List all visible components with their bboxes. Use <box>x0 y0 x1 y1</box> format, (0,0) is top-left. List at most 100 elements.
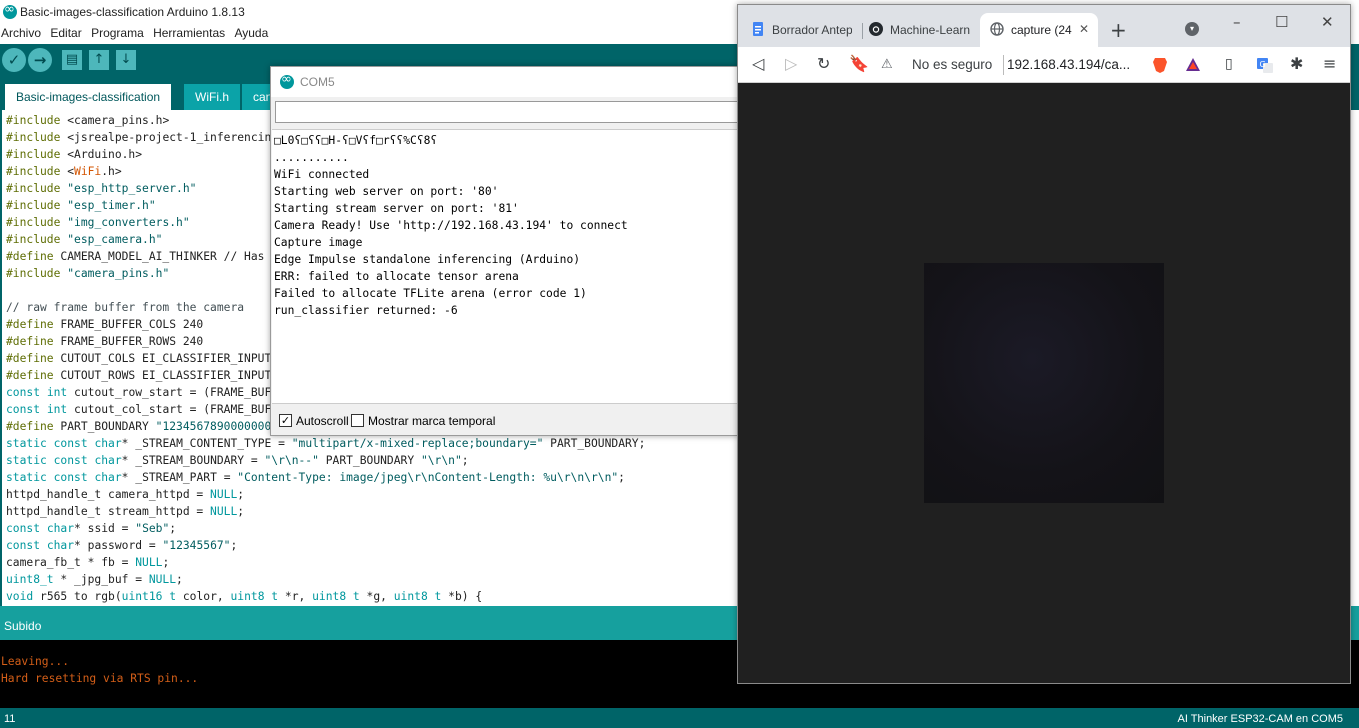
serial-options-bar: ✓ Autoscroll Mostrar marca temporal <box>271 407 738 435</box>
autoscroll-label: Autoscroll <box>296 414 349 428</box>
code-line: #define CAMERA_MODEL_AI_THINKER // Has P… <box>6 250 306 263</box>
brave-icon[interactable] <box>1151 56 1169 74</box>
url-text: 192.168.43.194/ca... <box>1007 57 1131 72</box>
status-text: Subido <box>4 619 42 633</box>
address-bar[interactable]: ⚠ No es seguro 192.168.43.194/ca... <box>879 51 1149 79</box>
browser-tabstrip: Borrador Antep Machine-Learn capture (24… <box>738 5 1350 47</box>
board-info: AI Thinker ESP32-CAM en COM5 <box>1177 713 1343 725</box>
browser-window: Borrador Antep Machine-Learn capture (24… <box>737 4 1351 684</box>
code-line: #include <jsrealpe-project-1_inferencing… <box>6 131 299 144</box>
code-line: static const char* _STREAM_CONTENT_TYPE … <box>6 437 646 450</box>
back-icon[interactable]: ◁ <box>752 55 764 73</box>
code-line: #include "img_converters.h" <box>6 216 190 229</box>
github-icon <box>869 22 883 36</box>
serial-monitor-window: COM5 □L0ʕ□ʕʕ□H-ʕ□Vʕf□rʕʕ%Cʕ8ʕ ..........… <box>270 66 745 436</box>
forward-icon[interactable]: ▷ <box>785 55 797 73</box>
serial-line: ERR: failed to allocate tensor arena <box>274 270 519 283</box>
menu-ayuda[interactable]: Ayuda <box>234 24 268 40</box>
code-line: #include <camera_pins.h> <box>6 114 170 127</box>
triangle-icon[interactable] <box>1184 56 1202 74</box>
warning-icon: ⚠ <box>881 57 893 72</box>
serial-output: □L0ʕ□ʕʕ□H-ʕ□Vʕf□rʕʕ%Cʕ8ʕ ........... WiF… <box>272 129 742 404</box>
serial-line: Camera Ready! Use 'http://192.168.43.194… <box>274 219 628 232</box>
globe-icon <box>990 22 1004 36</box>
serial-line: □L0ʕ□ʕʕ□H-ʕ□Vʕf□rʕʕ%Cʕ8ʕ <box>274 134 438 147</box>
menu-programa[interactable]: Programa <box>91 24 144 40</box>
verify-icon[interactable]: ✓ <box>2 48 26 72</box>
browser-tab-title: capture (24 <box>1011 23 1072 37</box>
code-line: #define FRAME_BUFFER_COLS 240 <box>6 318 204 331</box>
security-indicator: No es seguro <box>912 57 993 72</box>
svg-text:G: G <box>1260 60 1266 69</box>
bookmark-icon[interactable]: 🔖 <box>849 55 869 73</box>
serial-line: run_classifier returned: -6 <box>274 304 458 317</box>
upload-icon[interactable]: → <box>28 48 52 72</box>
code-line: camera_fb_t * fb = NULL; <box>6 556 170 569</box>
arduino-logo-icon <box>280 72 294 89</box>
menu-icon[interactable]: ≡ <box>1323 55 1336 73</box>
autoscroll-checkbox[interactable]: ✓ <box>279 414 292 427</box>
serial-titlebar: COM5 <box>271 67 738 97</box>
serial-line: WiFi connected <box>274 168 370 181</box>
code-line: static const char* _STREAM_PART = "Conte… <box>6 471 625 484</box>
menu-editar[interactable]: Editar <box>50 24 81 40</box>
browser-tab-machine-learn[interactable]: Machine-Learn <box>859 13 977 47</box>
reload-icon[interactable]: ↻ <box>817 55 830 73</box>
serial-window-title: COM5 <box>300 75 335 89</box>
ide-window-title: Basic-images-classification Arduino 1.8.… <box>20 5 245 19</box>
reader-icon[interactable]: ▯ <box>1225 55 1233 73</box>
open-icon[interactable]: ↑ <box>89 50 109 70</box>
menu-herramientas[interactable]: Herramientas <box>153 24 225 40</box>
translate-icon[interactable]: G <box>1256 56 1274 74</box>
new-icon[interactable]: ▤ <box>62 50 82 70</box>
close-tab-icon[interactable]: ✕ <box>1079 22 1089 36</box>
browser-tab-capture[interactable]: capture (24 ✕ <box>980 13 1098 47</box>
code-line: #define CUTOUT_COLS EI_CLASSIFIER_INPUT_… <box>6 352 313 365</box>
serial-line: Starting web server on port: '80' <box>274 185 499 198</box>
browser-tab-borrador[interactable]: Borrador Antep <box>741 13 859 47</box>
code-line: #include <WiFi.h> <box>6 165 122 178</box>
serial-line: Edge Impulse standalone inferencing (Ard… <box>274 253 581 266</box>
serial-line: Failed to allocate TFLite arena (error c… <box>274 287 587 300</box>
serial-line: Starting stream server on port: '81' <box>274 202 519 215</box>
omnibox-divider <box>1003 55 1004 75</box>
code-line: #include "camera_pins.h" <box>6 267 170 280</box>
code-line: #define FRAME_BUFFER_ROWS 240 <box>6 335 204 348</box>
code-line: static const char* _STREAM_BOUNDARY = "\… <box>6 454 469 467</box>
code-line: #include "esp_timer.h" <box>6 199 156 212</box>
ide-footer: 11 AI Thinker ESP32-CAM en COM5 <box>0 708 1359 728</box>
code-line: uint8_t * _jpg_buf = NULL; <box>6 573 183 586</box>
save-icon[interactable]: ↓ <box>116 50 136 70</box>
code-line: void r565 to rgb(uint16 t color, uint8 t… <box>6 590 483 603</box>
code-line: const char* ssid = "Seb"; <box>6 522 177 535</box>
camera-capture-image <box>924 263 1164 503</box>
maximize-button[interactable]: ☐ <box>1275 13 1288 31</box>
tab-wifi-h[interactable]: WiFi.h <box>184 84 240 110</box>
arduino-logo-icon <box>3 2 17 19</box>
serial-line: Capture image <box>274 236 363 249</box>
code-line: const char* password = "12345567"; <box>6 539 238 552</box>
browser-toolbar: ◁ ▷ ↻ 🔖 ⚠ No es seguro 192.168.43.194/ca… <box>738 47 1350 83</box>
code-line: httpd_handle_t stream_httpd = NULL; <box>6 505 245 518</box>
console-line: Hard resetting via RTS pin... <box>1 672 199 685</box>
document-icon <box>753 22 763 36</box>
console-line: Leaving... <box>1 655 70 668</box>
serial-line: ........... <box>274 151 349 164</box>
puzzle-icon[interactable]: ✱ <box>1290 55 1303 73</box>
minimize-button[interactable]: – <box>1233 13 1241 31</box>
code-line: #include "esp_http_server.h" <box>6 182 197 195</box>
code-line: #include "esp_camera.h" <box>6 233 163 246</box>
browser-content <box>738 83 1350 683</box>
browser-tab-title: Borrador Antep <box>772 23 852 37</box>
browser-tab-title: Machine-Learn <box>890 23 970 37</box>
code-line: httpd_handle_t camera_httpd = NULL; <box>6 488 245 501</box>
tab-basic-images-classification[interactable]: Basic-images-classification <box>5 84 172 110</box>
tab-search-icon[interactable]: ▾ <box>1185 22 1199 36</box>
timestamp-checkbox[interactable] <box>351 414 364 427</box>
menu-archivo[interactable]: Archivo <box>1 24 41 40</box>
code-line: #include <Arduino.h> <box>6 148 143 161</box>
timestamp-label: Mostrar marca temporal <box>368 414 496 428</box>
new-tab-button[interactable]: + <box>1110 18 1127 42</box>
serial-send-input[interactable] <box>275 101 745 123</box>
close-window-button[interactable]: ✕ <box>1321 13 1334 31</box>
